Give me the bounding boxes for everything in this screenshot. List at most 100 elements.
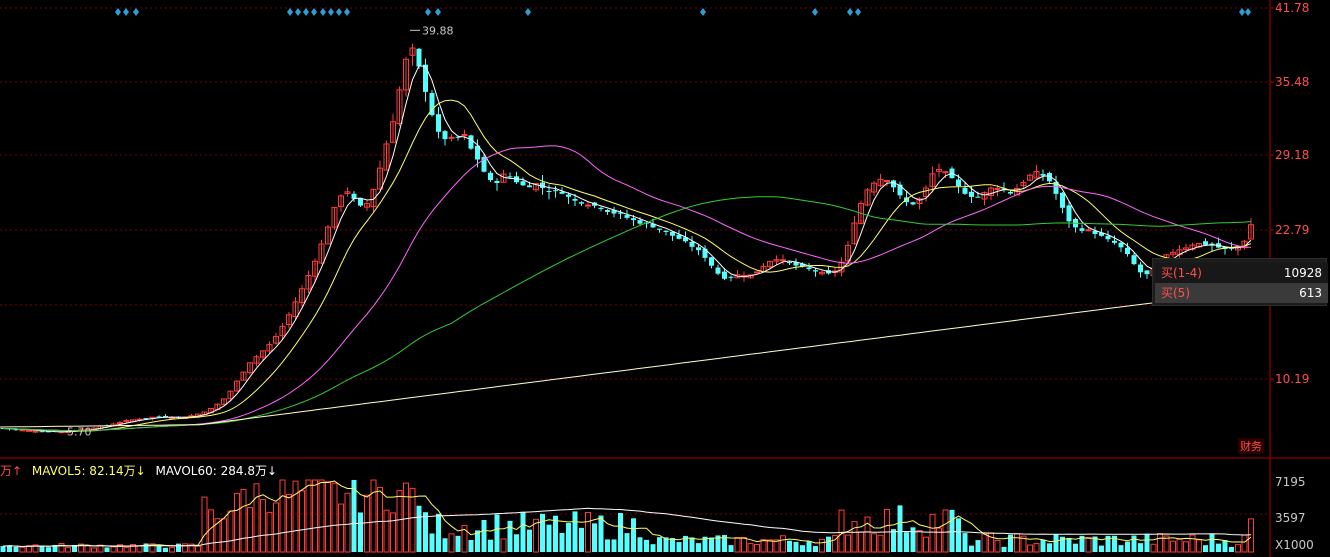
volume-bar-down[interactable]: [540, 513, 545, 552]
volume-bar-down[interactable]: [1138, 543, 1143, 552]
candle-down[interactable]: [1092, 226, 1098, 239]
volume-bar-down[interactable]: [1099, 545, 1104, 552]
candle-up[interactable]: [344, 187, 351, 197]
candle-down[interactable]: [488, 170, 493, 182]
volume-bar-down[interactable]: [806, 541, 812, 552]
event-diamond-icon[interactable]: [328, 8, 334, 16]
event-diamond-icon[interactable]: [344, 8, 350, 16]
candle-up[interactable]: [871, 180, 877, 196]
event-diamond-icon[interactable]: [303, 8, 309, 16]
volume-bar-down[interactable]: [813, 546, 818, 552]
volume-bar-down[interactable]: [1008, 534, 1013, 552]
volume-bar-up[interactable]: [929, 513, 936, 553]
event-diamond-icon[interactable]: [133, 8, 139, 16]
volume-bar-up[interactable]: [994, 539, 1001, 553]
candle-up[interactable]: [461, 129, 468, 141]
volume-bar-down[interactable]: [611, 539, 617, 552]
volume-bar-up[interactable]: [1183, 541, 1189, 553]
candle-up[interactable]: [396, 86, 403, 126]
volume-bar-up[interactable]: [448, 533, 455, 553]
volume-bar-up[interactable]: [305, 479, 312, 553]
volume-bar-down[interactable]: [1216, 543, 1221, 552]
volume-bar-down[interactable]: [644, 539, 649, 552]
event-diamond-icon[interactable]: [700, 8, 706, 16]
candle-up[interactable]: [318, 239, 325, 265]
candle-up[interactable]: [845, 241, 851, 265]
volume-bar-down[interactable]: [507, 520, 513, 552]
volume-bar-up[interactable]: [1027, 544, 1033, 553]
volume-bar-down[interactable]: [910, 527, 916, 552]
volume-bar-down[interactable]: [897, 505, 903, 552]
volume-bar-up[interactable]: [923, 536, 929, 553]
volume-bar-up[interactable]: [1033, 543, 1040, 553]
volume-bar-down[interactable]: [423, 512, 428, 552]
candle-down[interactable]: [611, 206, 617, 218]
volume-bar-up[interactable]: [325, 481, 331, 553]
candle-down[interactable]: [1138, 261, 1143, 278]
volume-bar-up[interactable]: [1014, 533, 1020, 553]
candle-up[interactable]: [253, 354, 260, 367]
volume-bar-up[interactable]: [266, 511, 273, 553]
volume-bar-up[interactable]: [195, 545, 201, 553]
volume-bar-up[interactable]: [331, 482, 338, 553]
event-diamond-icon[interactable]: [525, 8, 531, 16]
candle-up[interactable]: [331, 206, 338, 230]
volume-bar-down[interactable]: [358, 512, 363, 552]
volume-bar-up[interactable]: [292, 480, 299, 553]
candlesticks[interactable]: [0, 43, 1254, 434]
candle-up[interactable]: [338, 194, 344, 213]
volume-bar-up[interactable]: [123, 547, 130, 553]
candle-down[interactable]: [728, 275, 734, 282]
volume-bar-down[interactable]: [559, 532, 565, 552]
volume-bar-down[interactable]: [975, 540, 981, 552]
volume-bar-down[interactable]: [650, 544, 656, 552]
volume-bar-down[interactable]: [436, 513, 441, 552]
volume-bar-up[interactable]: [338, 503, 344, 553]
event-diamond-icon[interactable]: [115, 8, 121, 16]
volume-bar-down[interactable]: [455, 535, 461, 552]
volume-bar-down[interactable]: [1001, 546, 1007, 552]
volume-bar-up[interactable]: [767, 539, 773, 553]
volume-bar-up[interactable]: [208, 509, 214, 553]
candle-down[interactable]: [1008, 191, 1013, 195]
candle-down[interactable]: [1060, 192, 1065, 214]
event-markers[interactable]: [115, 8, 1251, 16]
volume-bar-up[interactable]: [1157, 533, 1163, 553]
volume-bar-down[interactable]: [949, 509, 955, 552]
volume-bar-up[interactable]: [734, 536, 741, 553]
volume-bar-down[interactable]: [46, 547, 51, 552]
candle-down[interactable]: [468, 134, 474, 150]
candle-down[interactable]: [793, 258, 799, 271]
candle-down[interactable]: [579, 201, 584, 207]
volume-bar-up[interactable]: [19, 546, 26, 553]
candle-down[interactable]: [696, 244, 701, 256]
volume-bar-up[interactable]: [981, 533, 988, 553]
volume-bar-up[interactable]: [234, 492, 240, 553]
candle-down[interactable]: [520, 177, 526, 187]
volume-bar-down[interactable]: [527, 529, 532, 552]
candle-up[interactable]: [819, 270, 825, 276]
volume-bar-down[interactable]: [546, 524, 552, 552]
volume-bar-down[interactable]: [176, 543, 181, 552]
volume-bar-up[interactable]: [1170, 540, 1176, 553]
candle-down[interactable]: [358, 197, 363, 207]
volume-bar-down[interactable]: [1118, 545, 1124, 552]
volume-bar-down[interactable]: [637, 537, 643, 552]
volume-bar-down[interactable]: [104, 547, 110, 552]
candle-down[interactable]: [540, 175, 545, 195]
volume-bar-up[interactable]: [182, 543, 188, 553]
volume-bar-down[interactable]: [494, 514, 500, 552]
volume-bar-down[interactable]: [1222, 540, 1228, 552]
candle-down[interactable]: [1118, 242, 1124, 253]
volume-bar-down[interactable]: [1144, 533, 1150, 552]
volume-bar-down[interactable]: [624, 533, 630, 552]
volume-bar-down[interactable]: [514, 534, 519, 552]
event-diamond-icon[interactable]: [295, 8, 301, 16]
candle-down[interactable]: [429, 89, 435, 117]
candle-down[interactable]: [1105, 230, 1111, 242]
volume-bar-up[interactable]: [916, 529, 923, 553]
volume-bar-down[interactable]: [1066, 537, 1072, 552]
volume-bar-up[interactable]: [845, 534, 851, 553]
candle-up[interactable]: [409, 43, 416, 66]
volume-bar-up[interactable]: [1085, 536, 1092, 553]
